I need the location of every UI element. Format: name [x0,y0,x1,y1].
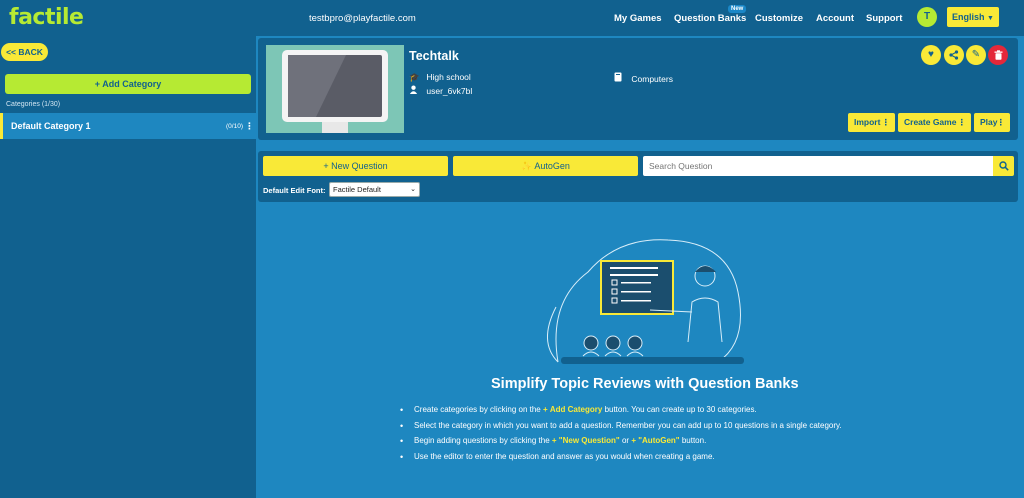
plus-icon: + [631,436,636,445]
chevron-down-icon: ⌄ [410,186,416,193]
add-category-label: Add Category [102,79,162,89]
play-button[interactable]: Play ⋮ [974,113,1010,132]
import-button[interactable]: Import ⋮ [848,113,895,132]
search-button[interactable] [993,156,1014,176]
kebab-menu-icon[interactable]: ⋮ [245,121,254,132]
category-item[interactable]: Default Category 1 (0/10) ⋮ [0,113,256,139]
bank-thumbnail [266,45,404,133]
kebab-menu-icon: ⋮ [881,117,891,127]
search-icon [998,161,1009,171]
monitor-image [282,50,388,133]
font-select-value: Factile Default [333,185,381,194]
avatar[interactable]: T [917,7,937,27]
factile-logo[interactable]: factile [9,5,84,30]
heart-icon: ♥ [928,49,934,60]
empty-state-heading-text: Simplify Topic Reviews with Question Ban… [491,376,799,392]
default-edit-font-label: Default Edit Font: [263,186,326,195]
instruction-item: Select the category in which you want to… [400,421,1000,437]
instruction-text: Use the editor to enter the question and… [414,451,715,461]
kebab-menu-icon: ⋮ [996,117,1006,127]
nav-link-my-games[interactable]: My Games [614,13,662,24]
chevron-down-icon: ▼ [987,15,994,22]
add-category-button[interactable]: + Add Category [5,74,251,94]
share-button[interactable] [944,45,964,65]
instruction-text: or [621,436,630,445]
autogen-button[interactable]: ✨ AutoGen [453,156,638,176]
plus-icon: + [323,161,329,171]
favorite-button[interactable]: ♥ [921,45,941,65]
bank-subject: Computers [614,72,673,84]
bank-owner-text: user_6vk7bl [426,86,473,96]
edit-icon: ✎ [971,49,981,60]
new-question-label: New Question [331,161,388,171]
instruction-item: Use the editor to enter the question and… [400,452,1000,468]
back-button[interactable]: << BACK [1,43,48,61]
category-name: Default Category 1 [11,121,91,131]
bank-owner: user_6vk7bl [409,85,472,96]
bank-title: Techtalk [409,49,459,63]
kebab-menu-icon: ⋮ [957,117,967,127]
share-icon [949,50,959,60]
book-icon [614,72,626,84]
instruction-text: button. [681,436,707,445]
new-badge: New [728,5,747,13]
instruction-text: Begin adding questions by clicking the [414,436,550,445]
graduation-cap-icon: 🎓 [409,72,420,82]
nav-link-support[interactable]: Support [866,13,902,24]
import-label: Import [854,117,881,127]
trash-icon [994,50,1002,60]
categories-count-value: (1/30) [41,101,61,108]
bank-level: 🎓 High school [409,72,471,83]
instruction-text: Create categories by clicking on the [414,405,541,414]
bank-level-text: High school [426,72,471,82]
instruction-highlight: Add Category [549,405,603,414]
instruction-text: Select the category in which you want to… [414,420,842,430]
font-select[interactable]: Factile Default ⌄ [329,182,420,197]
autogen-label: AutoGen [534,161,570,171]
top-nav: factile testbpro@playfactile.com My Game… [0,0,1024,36]
nav-link-account[interactable]: Account [816,13,854,24]
new-question-button[interactable]: + New Question [263,156,448,176]
create-game-button[interactable]: Create Game ⋮ [898,113,971,132]
instruction-item: Begin adding questions by clicking the +… [400,436,1000,452]
categories-count: Categories (1/30) [6,101,60,108]
instruction-item: Create categories by clicking on the + A… [400,405,1000,421]
create-game-label: Create Game [904,117,957,127]
magic-wand-icon: ✨ [521,161,533,171]
delete-button[interactable] [988,45,1008,65]
language-label: English [952,12,985,22]
user-icon [409,85,421,96]
nav-link-customize[interactable]: Customize [755,13,803,24]
search-question-input[interactable] [643,156,993,176]
instruction-highlight: "AutoGen" [638,436,680,445]
edit-button[interactable]: ✎ [966,45,986,65]
language-dropdown[interactable]: English ▼ [947,7,999,27]
category-question-count: (0/10) [226,123,243,130]
nav-link-question-banks[interactable]: Question Banks [674,13,746,24]
plus-icon: + [551,436,557,445]
instruction-text: button. You can create up to 30 categori… [604,405,757,414]
bank-subject-text: Computers [631,74,673,84]
play-label: Play [980,117,998,127]
plus-icon: + [542,405,548,414]
user-email: testbpro@playfactile.com [309,13,416,24]
categories-label: Categories [6,101,40,108]
teacher-illustration [547,239,744,364]
instruction-highlight: "New Question" [558,436,620,445]
instructions-list: Create categories by clicking on the + A… [400,405,1000,467]
plus-icon: + [94,79,101,89]
